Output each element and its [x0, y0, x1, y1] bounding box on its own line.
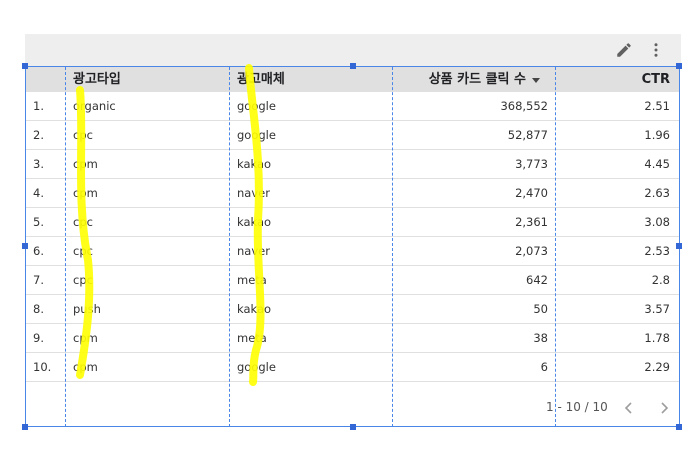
more-options-button[interactable]	[644, 38, 668, 62]
more-vert-icon	[654, 43, 658, 57]
chevron-right-icon	[661, 402, 669, 414]
resize-handle[interactable]	[22, 63, 28, 69]
resize-handle[interactable]	[350, 63, 356, 69]
table-widget[interactable]: 광고타입 광고매체 상품 카드 클릭 수 CTR 1. organic google…	[22, 34, 682, 430]
resize-handle[interactable]	[22, 424, 28, 430]
chevron-left-icon	[624, 402, 632, 414]
prev-page-button[interactable]	[622, 400, 636, 416]
edit-button[interactable]	[612, 38, 636, 62]
resize-handle[interactable]	[350, 424, 356, 430]
pencil-icon	[617, 43, 631, 57]
selection-frame	[25, 66, 680, 427]
resize-handle[interactable]	[22, 243, 28, 249]
next-page-button[interactable]	[657, 400, 671, 416]
resize-handle[interactable]	[676, 243, 682, 249]
resize-handle[interactable]	[676, 63, 682, 69]
widget-toolbar	[25, 34, 681, 66]
resize-handle[interactable]	[676, 424, 682, 430]
pagination-range: 1 - 10 / 10	[546, 400, 608, 414]
